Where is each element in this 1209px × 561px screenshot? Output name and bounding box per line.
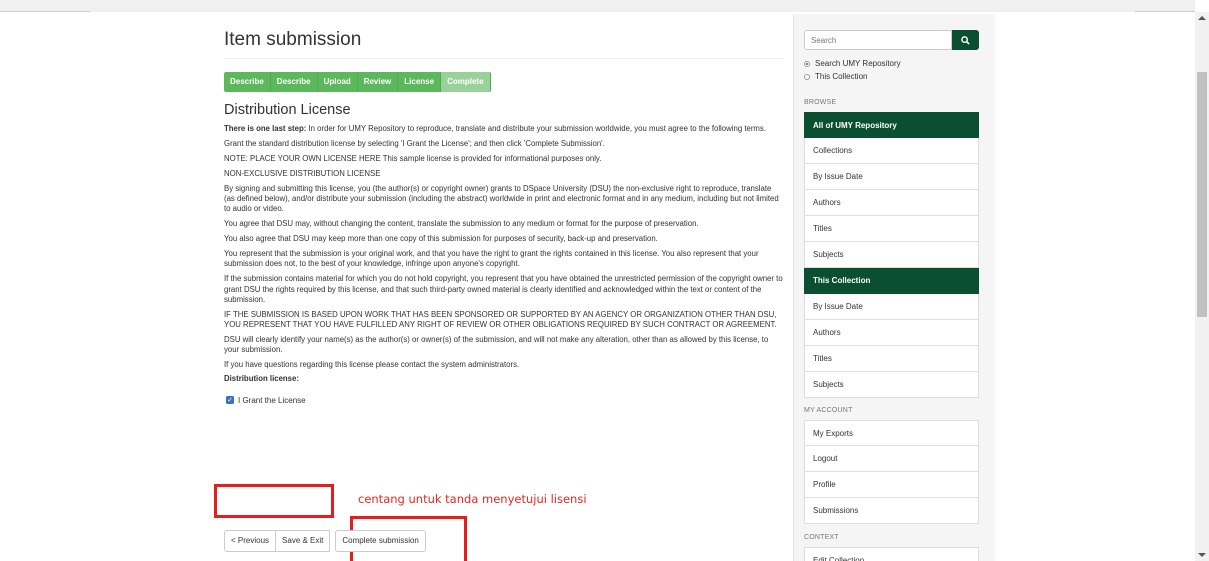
- submission-buttons: < Previous Save & Exit Complete submissi…: [224, 530, 426, 552]
- submission-progress-bar: Describe Describe Upload Review License …: [224, 72, 784, 92]
- license-paragraph: NOTE: PLACE YOUR OWN LICENSE HERE This s…: [224, 153, 602, 163]
- account-item-profile[interactable]: Profile: [804, 472, 979, 498]
- distribution-license-label: Distribution license:: [224, 374, 299, 384]
- intro-bold: There is one last step:: [224, 123, 307, 133]
- scope-label: This Collection: [815, 72, 868, 81]
- account-item-submissions[interactable]: Submissions: [804, 498, 979, 524]
- radio-selected-icon[interactable]: [804, 60, 810, 67]
- license-intro: There is one last step: In order for UMY…: [224, 124, 784, 134]
- browse-item-authors[interactable]: Authors: [804, 190, 979, 216]
- scroll-up-icon[interactable]: [1198, 16, 1206, 20]
- account-list: My Exports Logout Profile Submissions: [804, 420, 979, 524]
- collection-item-subjects[interactable]: Subjects: [804, 372, 979, 398]
- scope-label: Search UMY Repository: [815, 59, 901, 68]
- previous-button[interactable]: < Previous: [224, 530, 277, 552]
- my-account-heading: MY ACCOUNT: [804, 407, 853, 414]
- search-box: [804, 30, 979, 50]
- progress-step-license[interactable]: License: [398, 72, 442, 92]
- progress-step-describe-2[interactable]: Describe: [270, 72, 318, 92]
- scroll-thumb[interactable]: [1197, 72, 1207, 317]
- scope-option-collection[interactable]: This Collection: [804, 72, 867, 81]
- browser-top-strip: [0, 0, 1195, 12]
- page-title: Item submission: [224, 28, 784, 59]
- license-paragraph: NON-EXCLUSIVE DISTRIBUTION LICENSE: [224, 168, 381, 178]
- search-button[interactable]: [952, 30, 979, 50]
- grant-license-label[interactable]: I Grant the License: [238, 396, 306, 405]
- annotation-text: centang untuk tanda menyetujui lisensi: [358, 492, 587, 506]
- section-title: Distribution License: [224, 102, 351, 118]
- browse-item-titles[interactable]: Titles: [804, 216, 979, 242]
- account-item-logout[interactable]: Logout: [804, 446, 979, 472]
- main-content: Item submission Describe Describe Upload…: [224, 14, 784, 406]
- browse-item-subjects[interactable]: Subjects: [804, 242, 979, 268]
- license-paragraph: You also agree that DSU may keep more th…: [224, 234, 658, 244]
- grant-license-row[interactable]: ✓ I Grant the License: [224, 394, 784, 406]
- license-paragraph: DSU will clearly identify your name(s) a…: [224, 335, 769, 355]
- intro-rest: In order for UMY Repository to reproduce…: [306, 123, 766, 133]
- collection-item-authors[interactable]: Authors: [804, 320, 979, 346]
- license-paragraph: You represent that the submission is you…: [224, 249, 759, 269]
- complete-submission-button[interactable]: Complete submission: [335, 530, 426, 552]
- browse-item-collections[interactable]: Collections: [804, 138, 979, 164]
- grant-license-checkbox[interactable]: ✓: [226, 396, 234, 405]
- browse-heading: BROWSE: [804, 99, 837, 106]
- collection-item-titles[interactable]: Titles: [804, 346, 979, 372]
- context-item-edit-collection[interactable]: Edit Collection: [804, 547, 979, 561]
- browse-item-issue-date[interactable]: By Issue Date: [804, 164, 979, 190]
- search-input[interactable]: [804, 30, 952, 50]
- license-paragraph: If the submission contains material for …: [224, 274, 783, 304]
- browse-item-this-collection[interactable]: This Collection: [804, 268, 979, 294]
- browse-item-all[interactable]: All of UMY Repository: [804, 112, 979, 138]
- save-exit-button[interactable]: Save & Exit: [275, 530, 331, 552]
- context-list: Edit Collection: [804, 547, 979, 561]
- context-heading: CONTEXT: [804, 534, 839, 541]
- scope-option-repository[interactable]: Search UMY Repository: [804, 59, 901, 68]
- radio-icon[interactable]: [804, 73, 810, 80]
- annotation-highlight-checkbox: [214, 484, 334, 518]
- scrollbar[interactable]: [1195, 12, 1209, 561]
- license-paragraph: If you have questions regarding this lic…: [224, 360, 520, 370]
- sidebar: Search UMY Repository This Collection BR…: [793, 14, 995, 561]
- browse-list: All of UMY Repository Collections By Iss…: [804, 112, 979, 398]
- license-paragraph: Grant the standard distribution license …: [224, 138, 605, 148]
- progress-step-describe-1[interactable]: Describe: [224, 72, 271, 92]
- progress-step-upload[interactable]: Upload: [317, 72, 358, 92]
- license-paragraph: You agree that DSU may, without changing…: [224, 219, 699, 229]
- collection-item-issue-date[interactable]: By Issue Date: [804, 294, 979, 320]
- progress-step-complete: Complete: [441, 72, 491, 92]
- account-item-exports[interactable]: My Exports: [804, 420, 979, 446]
- license-paragraph: By signing and submitting this license, …: [224, 183, 779, 214]
- progress-step-review[interactable]: Review: [357, 72, 399, 92]
- scroll-down-icon[interactable]: [1198, 553, 1206, 557]
- search-icon: [961, 35, 970, 45]
- license-paragraph: IF THE SUBMISSION IS BASED UPON WORK THA…: [224, 309, 777, 330]
